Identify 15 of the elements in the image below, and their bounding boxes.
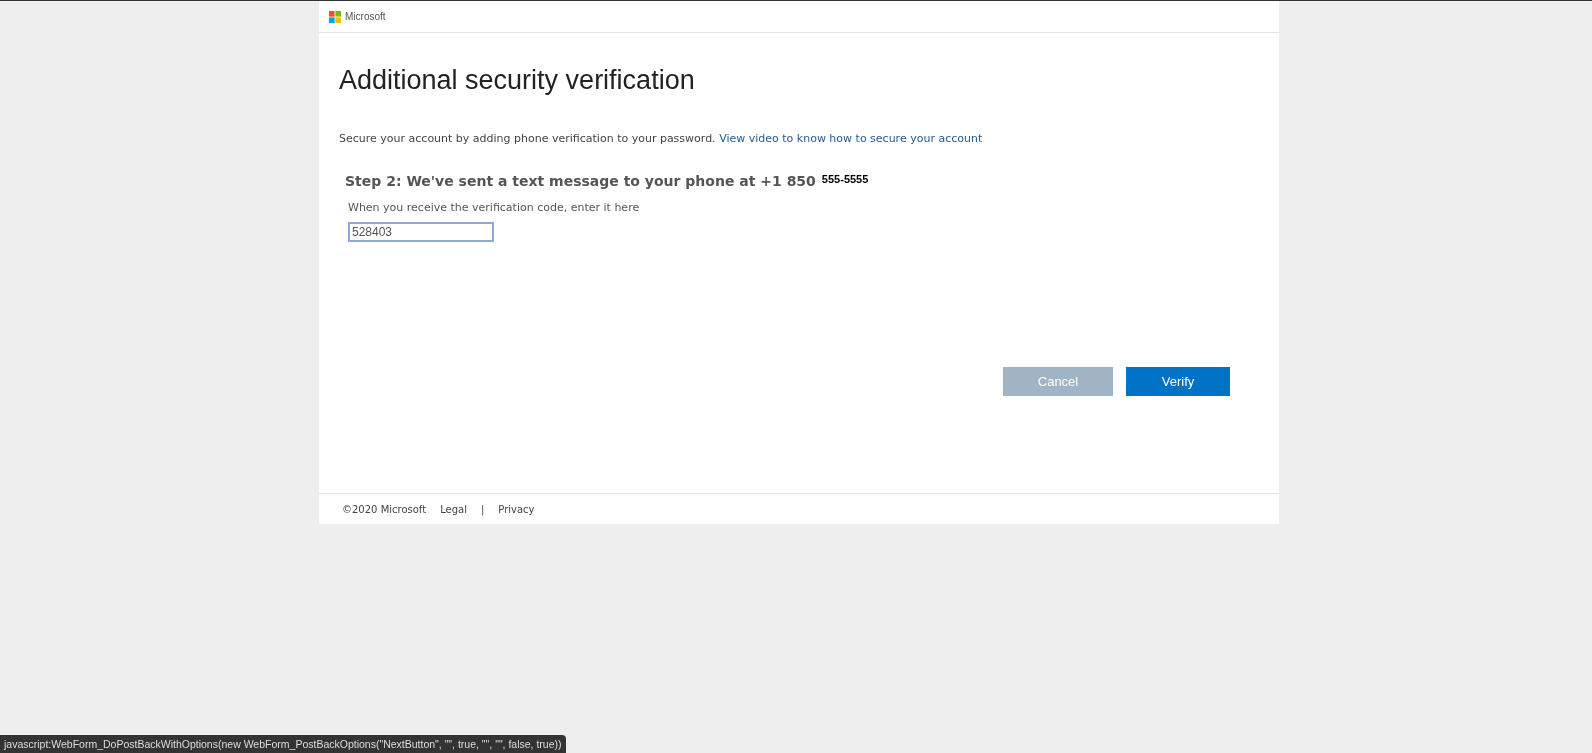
footer-link[interactable]: Legal bbox=[440, 503, 467, 515]
phone-number: 555-5555 bbox=[821, 173, 869, 185]
intro-text: Secure your account by adding phone verification to your password. View video to know how to secure your account bbox=[339, 132, 984, 145]
verify-button[interactable]: Verify bbox=[1126, 367, 1230, 396]
status-bar-url: javascript:WebForm_DoPostBackWithOptions(new WebForm_PostBackOptions("NextButton", "", true, "", "", false, true)) bbox=[0, 735, 566, 753]
code-label: When you receive the verification code, enter it here bbox=[348, 201, 641, 214]
step-heading: Step 2: We've sent a text message to your phone at +1 850 bbox=[345, 173, 816, 189]
microsoft-logo-icon bbox=[329, 10, 341, 23]
copyright-text: ©2020 Microsoft bbox=[342, 503, 427, 515]
brand-name: Microsoft bbox=[345, 11, 386, 22]
footer-link[interactable]: Privacy bbox=[498, 503, 535, 515]
code-input[interactable]: 528403 bbox=[348, 222, 494, 242]
video-link[interactable]: View video to know how to secure your account bbox=[719, 132, 983, 145]
page-title: Additional security verification bbox=[339, 65, 696, 96]
separator: | bbox=[480, 503, 485, 515]
